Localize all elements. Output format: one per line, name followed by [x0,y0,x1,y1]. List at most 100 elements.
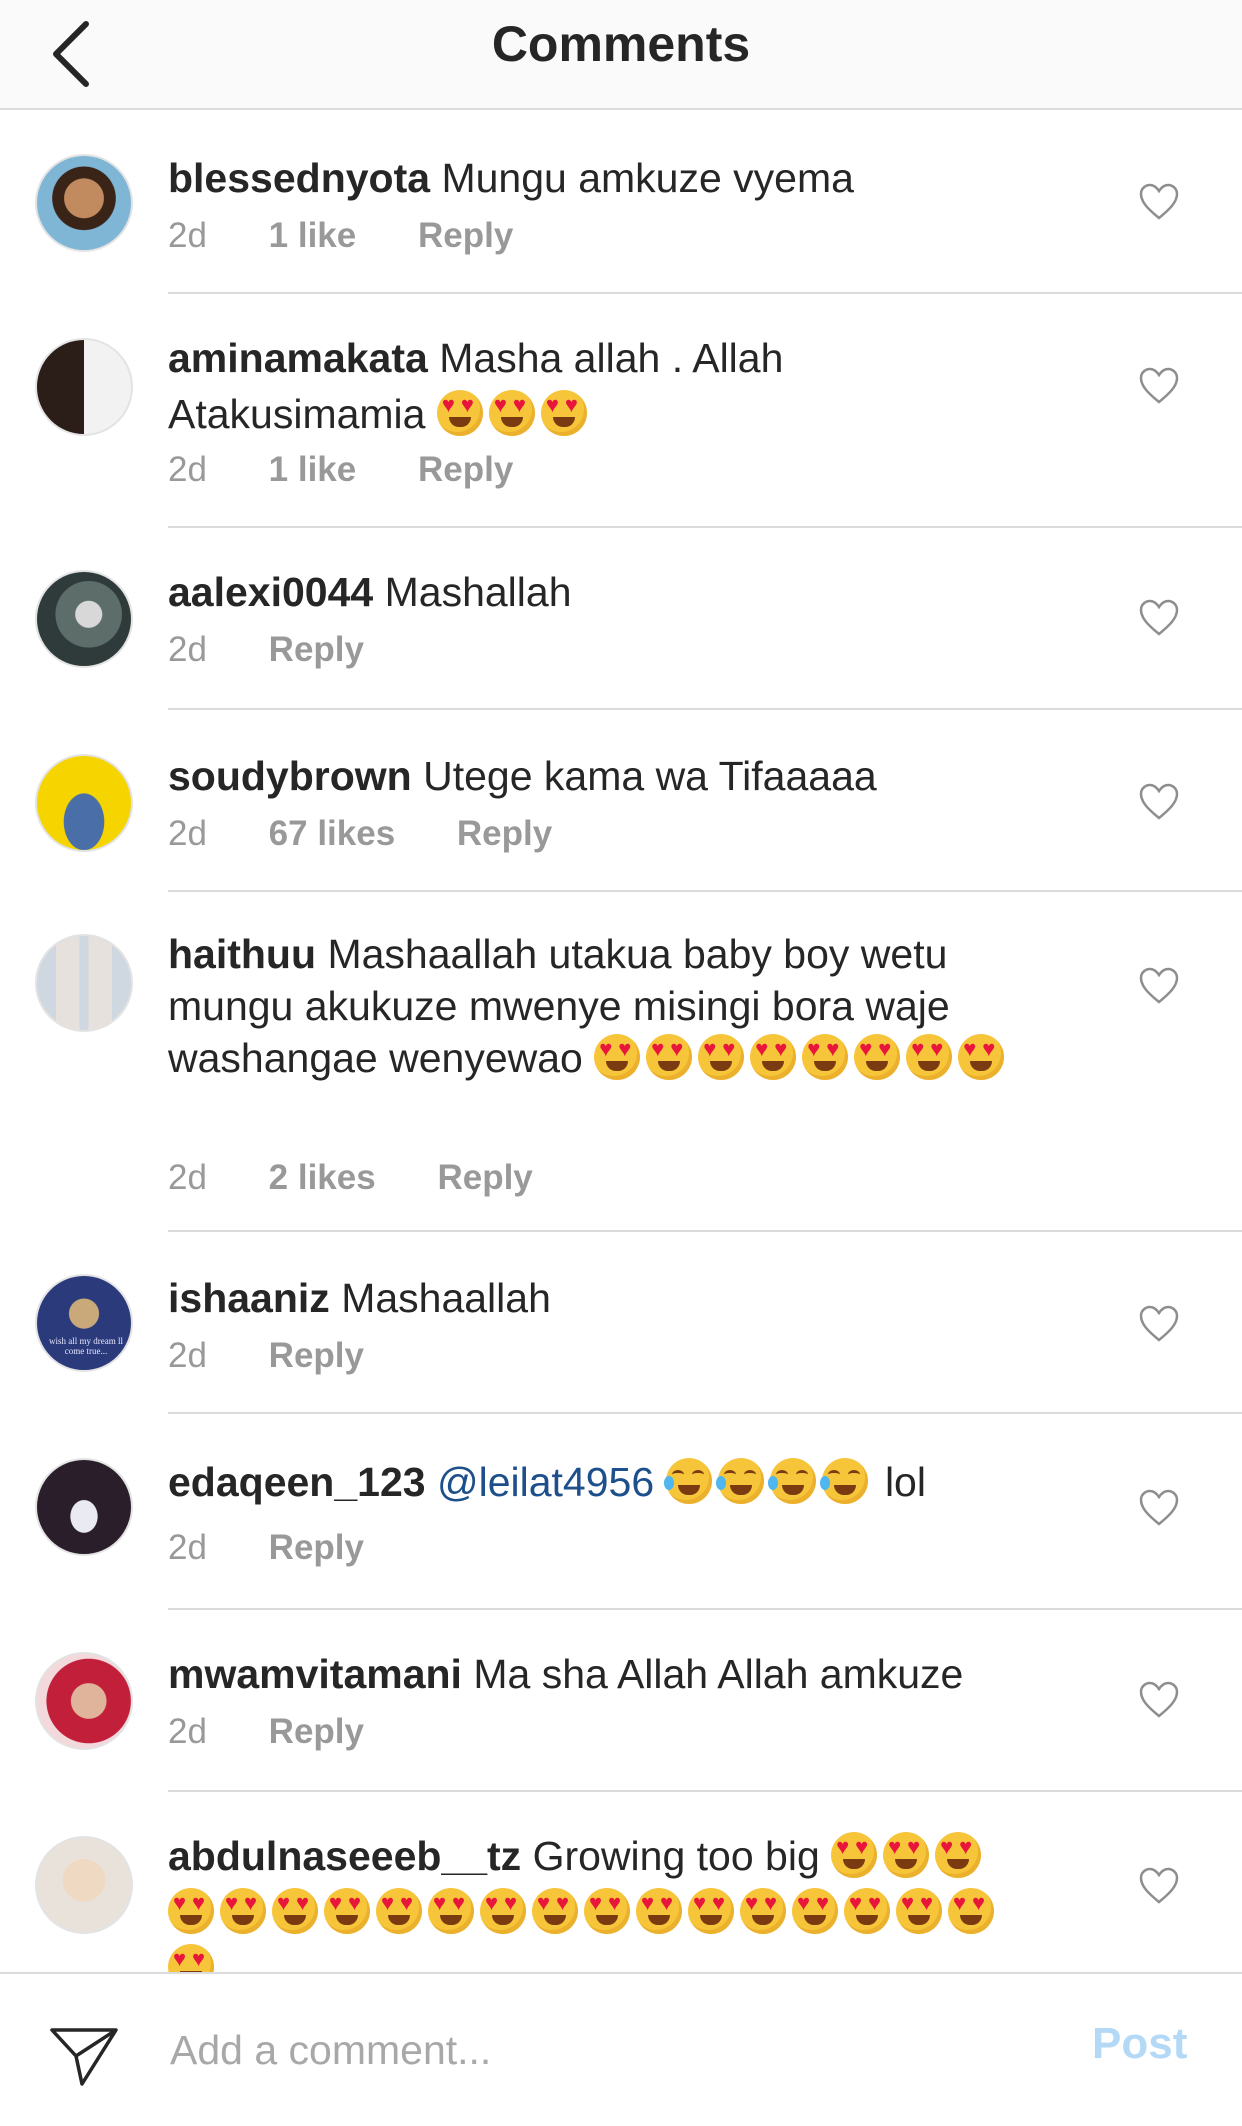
heart-eyes-emoji [540,390,587,436]
avatar-caption: wish all my dream ll come true... [49,1336,123,1356]
heart-eyes-emoji [324,1888,370,1934]
comment-meta: 2d 2 likes Reply [168,1156,533,1200]
comment-username[interactable]: aminamakata [168,335,428,381]
comment-item: haithuu Mashaallah utakua baby boy wetu … [0,892,1242,1232]
comment-username[interactable]: ishaaniz [168,1275,330,1321]
avatar[interactable] [35,154,133,252]
reply-button[interactable]: Reply [457,812,552,856]
comment-meta: 2d 1 like Reply [168,214,513,258]
reply-button[interactable]: Reply [437,1156,532,1200]
heart-eyes-emoji [958,1034,1005,1080]
comment-username[interactable]: edaqeen_123 [168,1459,426,1505]
heart-eyes-emoji [428,1888,474,1934]
comment-meta: 2d Reply [168,628,364,672]
heart-eyes-emoji [376,1888,422,1934]
avatar[interactable] [35,754,133,852]
heart-icon[interactable] [1138,366,1180,406]
comment-username[interactable]: aalexi0044 [168,569,373,615]
heart-icon[interactable] [1138,1866,1180,1906]
comment-meta: 2d Reply [168,1334,364,1378]
emoji-group [663,1458,874,1505]
comment-item: blessednyota Mungu amkuze vyema 2d 1 lik… [0,110,1242,294]
post-button[interactable]: Post [1092,2014,1187,2074]
comment-time: 2d [168,450,207,489]
comment-text: mwamvitamani Ma sha Allah Allah amkuze [168,1646,1028,1702]
avatar[interactable] [35,570,133,668]
comment-time: 2d [168,216,207,255]
comment-time: 2d [168,1158,207,1197]
heart-eyes-emoji [594,1034,641,1080]
reply-button[interactable]: Reply [418,448,513,492]
heart-eyes-emoji [220,1888,266,1934]
reply-button[interactable]: Reply [269,1334,364,1378]
comment-time: 2d [168,1528,207,1567]
comment-username[interactable]: abdulnaseeeb__tz [168,1833,521,1879]
comment-mention[interactable]: @leilat4956 [437,1459,654,1505]
header-bar: Comments [0,0,1242,110]
heart-icon[interactable] [1138,598,1180,638]
comment-item: mwamvitamani Ma sha Allah Allah amkuze 2… [0,1610,1242,1792]
comment-item: abdulnaseeeb__tz Growing too big [0,1792,1242,1972]
comments-list[interactable]: blessednyota Mungu amkuze vyema 2d 1 lik… [0,110,1242,1972]
comment-text: aalexi0044 Mashallah [168,564,1028,620]
heart-icon[interactable] [1138,182,1180,222]
comment-username[interactable]: haithuu [168,931,316,977]
heart-icon[interactable] [1138,966,1180,1006]
avatar[interactable] [35,1458,133,1556]
comment-body: Mashaallah [341,1275,551,1321]
heart-eyes-emoji [792,1888,838,1934]
comment-username[interactable]: soudybrown [168,753,412,799]
reply-button[interactable]: Reply [418,214,513,258]
heart-icon[interactable] [1138,1680,1180,1720]
comment-body: Utege kama wa Tifaaaaa [423,753,877,799]
reply-button[interactable]: Reply [269,628,364,672]
heart-icon[interactable] [1138,1488,1180,1528]
comment-item: aminamakata Masha allah . Allah Atakusim… [0,294,1242,528]
comment-username[interactable]: mwamvitamani [168,1651,462,1697]
comment-text: abdulnaseeeb__tz Growing too big [168,1828,1028,1972]
avatar[interactable]: wish all my dream ll come true... [35,1274,133,1372]
emoji-group [436,390,593,437]
paper-plane-icon[interactable] [48,2024,120,2088]
heart-eyes-emoji [906,1034,953,1080]
heart-icon[interactable] [1138,1304,1180,1344]
heart-eyes-emoji [488,390,535,436]
heart-eyes-emoji [584,1888,630,1934]
avatar[interactable] [35,1836,133,1934]
comment-body: Mashallah [384,569,572,615]
avatar[interactable] [35,1652,133,1750]
page-title: Comments [491,16,751,72]
comment-time: 2d [168,1712,207,1751]
comment-time: 2d [168,630,207,669]
comment-item: edaqeen_123 @leilat4956 lol 2d Reply [0,1414,1242,1610]
comment-body: lol [884,1459,926,1505]
comment-item: wish all my dream ll come true... ishaan… [0,1232,1242,1414]
heart-eyes-emoji [436,390,483,436]
heart-eyes-emoji [740,1888,786,1934]
heart-eyes-emoji [168,1888,214,1934]
reply-button[interactable]: Reply [269,1710,364,1754]
reply-button[interactable]: Reply [269,1526,364,1570]
comment-item: soudybrown Utege kama wa Tifaaaaa 2d 67 … [0,710,1242,892]
comment-likes[interactable]: 1 like [269,448,357,492]
comment-likes[interactable]: 67 likes [269,812,396,856]
comment-body: Mungu amkuze vyema [441,155,854,201]
comment-body: Growing too big [532,1833,820,1879]
heart-eyes-emoji [844,1888,890,1934]
avatar[interactable] [35,934,133,1032]
emoji-group [594,1034,1010,1081]
comment-meta: 2d Reply [168,1710,364,1754]
heart-icon[interactable] [1138,782,1180,822]
comment-likes[interactable]: 2 likes [269,1156,376,1200]
comment-meta: 2d 1 like Reply [168,448,513,492]
laughing-emoji [663,1458,712,1504]
comment-likes[interactable]: 1 like [269,214,357,258]
comment-username[interactable]: blessednyota [168,155,430,201]
comment-text: ishaaniz Mashaallah [168,1270,1028,1326]
heart-eyes-emoji [750,1034,797,1080]
comment-text: blessednyota Mungu amkuze vyema [168,150,1028,206]
comment-input[interactable] [170,2020,1030,2080]
comment-body: Ma sha Allah Allah amkuze [473,1651,964,1697]
avatar[interactable] [35,338,133,436]
heart-eyes-emoji [948,1888,994,1934]
